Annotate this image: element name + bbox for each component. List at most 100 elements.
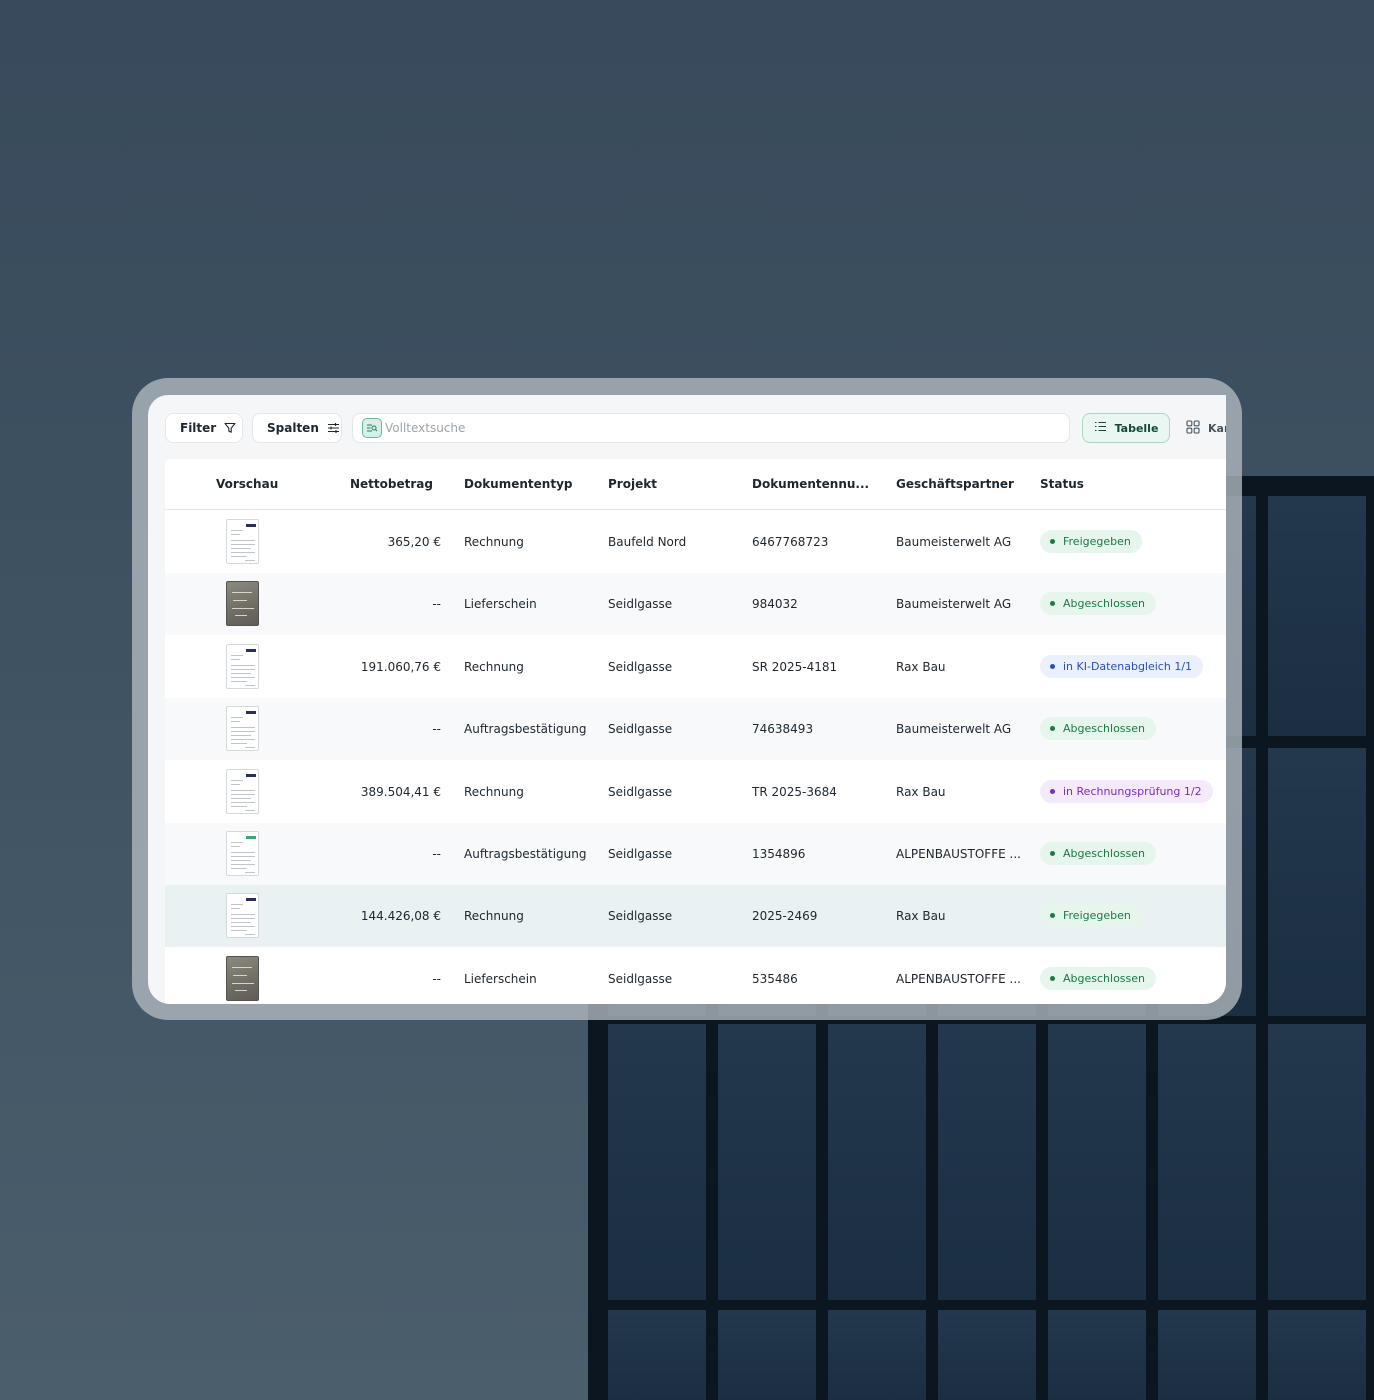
status-dot-icon — [1050, 975, 1055, 981]
status-label: Freigegeben — [1063, 909, 1131, 923]
document-thumbnail[interactable] — [226, 643, 259, 689]
table-row[interactable]: 144.426,08 € Rechnung Seidlgasse 2025-2469 R… — [165, 885, 1226, 948]
doc-type-cell: Lieferschein — [464, 597, 537, 612]
partner-cell: ALPENBAUSTOFFE ... — [896, 847, 1021, 861]
project-cell: Seidlgasse — [608, 722, 673, 737]
doc-type-cell: Auftragsbestätigung — [464, 847, 587, 861]
status-dot-icon — [1050, 601, 1055, 607]
table-row[interactable]: 191.060,76 € Rechnung Seidlgasse SR 2025-41… — [165, 636, 1226, 698]
partner-cell: Rax Bau — [896, 659, 946, 674]
doc-number-cell: 535486 — [752, 971, 798, 986]
filter-button[interactable]: Filter — [165, 413, 243, 443]
status-label: Abgeschlossen — [1063, 847, 1145, 860]
doc-number-cell: 74638493 — [752, 722, 814, 737]
doc-number-cell: 6467768723 — [752, 535, 829, 549]
toolbar: Filter Spalten Tabelle — [148, 395, 1226, 459]
status-label: Freigegeben — [1063, 535, 1131, 548]
status-dot-icon — [1050, 663, 1055, 669]
sliders-icon — [327, 422, 340, 434]
delivery-photo-thumbnail[interactable] — [226, 955, 259, 1001]
view-table-label: Tabelle — [1114, 421, 1159, 435]
table-row[interactable]: 365,20 € Rechnung Baufeld Nord 6467768723 Ba… — [165, 511, 1226, 573]
status-badge: Abgeschlossen — [1040, 966, 1156, 990]
columns-button-label: Spalten — [267, 421, 319, 435]
header-project[interactable]: Projekt — [608, 477, 657, 491]
status-label: in Rechnungsprüfung 1/2 — [1063, 784, 1202, 798]
header-preview[interactable]: Vorschau — [216, 477, 278, 491]
list-icon — [1094, 421, 1107, 435]
doc-number-cell: TR 2025-3684 — [752, 784, 837, 799]
fulltext-search[interactable] — [352, 413, 1070, 443]
view-table-button[interactable]: Tabelle — [1082, 413, 1170, 443]
document-thumbnail[interactable] — [226, 706, 259, 752]
status-badge: Abgeschlossen — [1040, 592, 1156, 616]
view-cards-label: Kar — [1208, 421, 1226, 435]
doc-number-cell: SR 2025-4181 — [752, 659, 838, 674]
header-doc-number[interactable]: Dokumentennu... — [752, 477, 869, 491]
doc-number-cell: 1354896 — [752, 847, 806, 861]
status-dot-icon — [1050, 788, 1055, 794]
status-dot-icon — [1050, 539, 1055, 544]
status-dot-icon — [1050, 726, 1055, 732]
grid-icon — [1186, 419, 1200, 437]
status-label: Abgeschlossen — [1063, 722, 1145, 736]
net-amount-cell: -- — [432, 597, 441, 612]
status-dot-icon — [1050, 913, 1055, 919]
doc-type-cell: Rechnung — [464, 784, 524, 799]
project-cell: Seidlgasse — [608, 847, 673, 861]
document-thumbnail[interactable] — [226, 831, 259, 876]
doc-number-cell: 2025-2469 — [752, 909, 818, 924]
filter-button-label: Filter — [180, 421, 217, 435]
search-filter-icon — [362, 418, 382, 438]
doc-type-cell: Rechnung — [464, 659, 524, 674]
net-amount-cell: -- — [432, 971, 441, 986]
project-cell: Seidlgasse — [608, 784, 673, 799]
partner-cell: Rax Bau — [896, 909, 946, 924]
net-amount-cell: 144.426,08 € — [360, 909, 441, 924]
project-cell: Baufeld Nord — [608, 535, 687, 549]
project-cell: Seidlgasse — [608, 971, 673, 986]
table-header: Vorschau Nettobetrag Dokumententyp Proje… — [165, 459, 1226, 510]
status-badge: in Rechnungsprüfung 1/2 — [1040, 779, 1213, 803]
table-row[interactable]: -- Lieferschein Seidlgasse 535486 ALPENBAUST… — [165, 948, 1226, 1004]
partner-cell: Baumeisterwelt AG — [896, 535, 1012, 549]
table-row[interactable]: -- Lieferschein Seidlgasse 984032 Baumeister… — [165, 573, 1226, 636]
table-row[interactable]: 389.504,41 € Rechnung Seidlgasse TR 2025-36… — [165, 761, 1226, 823]
header-doc-type[interactable]: Dokumententyp — [464, 477, 572, 491]
net-amount-cell: -- — [432, 722, 441, 737]
documents-panel: Filter Spalten Tabelle — [148, 395, 1226, 1004]
delivery-photo-thumbnail[interactable] — [226, 581, 259, 627]
status-label: Abgeschlossen — [1063, 971, 1145, 985]
project-cell: Seidlgasse — [608, 659, 673, 674]
doc-type-cell: Rechnung — [464, 535, 524, 549]
documents-table: Vorschau Nettobetrag Dokumententyp Proje… — [165, 459, 1226, 1004]
net-amount-cell: 365,20 € — [387, 535, 441, 549]
search-input[interactable] — [385, 421, 1069, 435]
net-amount-cell: -- — [432, 847, 441, 861]
status-badge: Freigegeben — [1040, 904, 1142, 928]
doc-type-cell: Rechnung — [464, 909, 524, 924]
partner-cell: Baumeisterwelt AG — [896, 597, 1012, 612]
header-partner[interactable]: Geschäftspartner — [896, 477, 1014, 491]
status-label: Abgeschlossen — [1063, 597, 1145, 611]
document-thumbnail[interactable] — [226, 519, 259, 564]
document-thumbnail[interactable] — [226, 893, 259, 939]
status-badge: Abgeschlossen — [1040, 717, 1156, 741]
header-net-amount[interactable]: Nettobetrag — [350, 477, 433, 491]
table-row[interactable]: -- Auftragsbestätigung Seidlgasse 1354896 AL… — [165, 823, 1226, 885]
document-thumbnail[interactable] — [226, 768, 259, 814]
net-amount-cell: 389.504,41 € — [360, 784, 441, 799]
project-cell: Seidlgasse — [608, 597, 673, 612]
net-amount-cell: 191.060,76 € — [360, 659, 441, 674]
header-status[interactable]: Status — [1040, 477, 1084, 491]
status-label: in KI-Datenabgleich 1/1 — [1063, 659, 1193, 673]
partner-cell: Rax Bau — [896, 784, 946, 799]
partner-cell: Baumeisterwelt AG — [896, 722, 1012, 737]
funnel-icon — [224, 422, 236, 434]
columns-button[interactable]: Spalten — [252, 413, 342, 443]
status-badge: Freigegeben — [1040, 530, 1142, 553]
view-cards-button[interactable]: Kar — [1186, 413, 1226, 443]
status-badge: in KI-Datenabgleich 1/1 — [1040, 654, 1204, 678]
table-row[interactable]: -- Auftragsbestätigung Seidlgasse 74638493 B… — [165, 698, 1226, 761]
partner-cell: ALPENBAUSTOFFE ... — [896, 971, 1021, 986]
